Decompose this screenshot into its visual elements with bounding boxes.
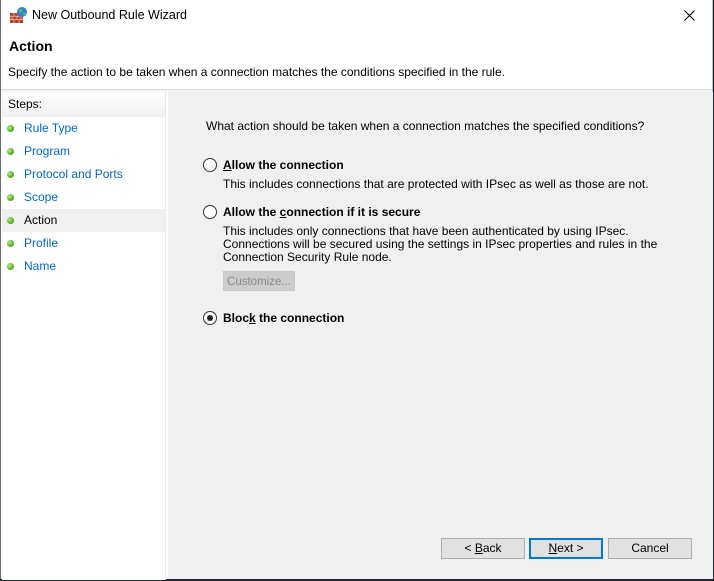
block-connection-radio[interactable]: Block the connection xyxy=(203,311,344,325)
step-label[interactable]: Action xyxy=(24,213,57,227)
step-status-icon xyxy=(7,263,14,270)
page-description: Specify the action to be taken when a co… xyxy=(8,65,505,79)
step-rule-type[interactable]: Rule Type xyxy=(2,117,165,140)
step-label[interactable]: Profile xyxy=(24,236,58,250)
page-header: Action Specify the action to be taken wh… xyxy=(1,31,712,89)
step-label[interactable]: Protocol and Ports xyxy=(24,167,123,181)
radio-indicator[interactable] xyxy=(203,205,217,219)
page-title: Action xyxy=(9,38,53,54)
radio-indicator[interactable] xyxy=(203,311,217,325)
radio-label[interactable]: Block the connection xyxy=(223,311,344,325)
step-status-icon xyxy=(7,217,14,224)
action-panel: What action should be taken when a conne… xyxy=(168,92,713,579)
allow-connection-description: This includes connections that are prote… xyxy=(223,177,649,191)
steps-heading: Steps: xyxy=(2,92,165,117)
wizard-window: New Outbound Rule Wizard Action Specify … xyxy=(0,0,713,580)
step-label[interactable]: Rule Type xyxy=(24,121,78,135)
customize-label: Customize... xyxy=(227,276,291,288)
firewall-globe-icon xyxy=(10,7,28,24)
step-status-icon xyxy=(7,148,14,155)
steps-list: Rule Type Program Protocol and Ports Scope A… xyxy=(2,117,165,278)
step-status-icon xyxy=(7,240,14,247)
step-action[interactable]: Action xyxy=(2,209,165,232)
close-button[interactable] xyxy=(666,0,712,31)
step-name[interactable]: Name xyxy=(2,255,165,278)
step-scope[interactable]: Scope xyxy=(2,186,165,209)
step-status-icon xyxy=(7,194,14,201)
step-profile[interactable]: Profile xyxy=(2,232,165,255)
steps-panel: Steps: Rule Type Program Protocol and Port… xyxy=(2,92,166,580)
cancel-button[interactable]: Cancel xyxy=(608,538,692,559)
next-button[interactable]: Next > xyxy=(529,538,603,559)
radio-label[interactable]: Allow the connection xyxy=(223,158,344,172)
radio-indicator[interactable] xyxy=(203,158,217,172)
action-question: What action should be taken when a conne… xyxy=(206,119,645,133)
allow-connection-radio[interactable]: Allow the connection xyxy=(203,158,344,172)
step-label[interactable]: Scope xyxy=(24,190,58,204)
window-title: New Outbound Rule Wizard xyxy=(32,8,187,22)
allow-if-secure-description: This includes only connections that have… xyxy=(223,224,658,264)
back-button[interactable]: < Back xyxy=(441,538,525,559)
step-status-icon xyxy=(7,125,14,132)
allow-if-secure-radio[interactable]: Allow the connection if it is secure xyxy=(203,205,420,219)
customize-button[interactable]: Customize... xyxy=(223,271,295,291)
step-protocol-and-ports[interactable]: Protocol and Ports xyxy=(2,163,165,186)
step-label[interactable]: Name xyxy=(24,259,56,273)
radio-label[interactable]: Allow the connection if it is secure xyxy=(223,205,420,219)
close-icon xyxy=(683,10,695,21)
step-program[interactable]: Program xyxy=(2,140,165,163)
step-status-icon xyxy=(7,171,14,178)
title-bar: New Outbound Rule Wizard xyxy=(1,0,712,31)
step-label[interactable]: Program xyxy=(24,144,70,158)
